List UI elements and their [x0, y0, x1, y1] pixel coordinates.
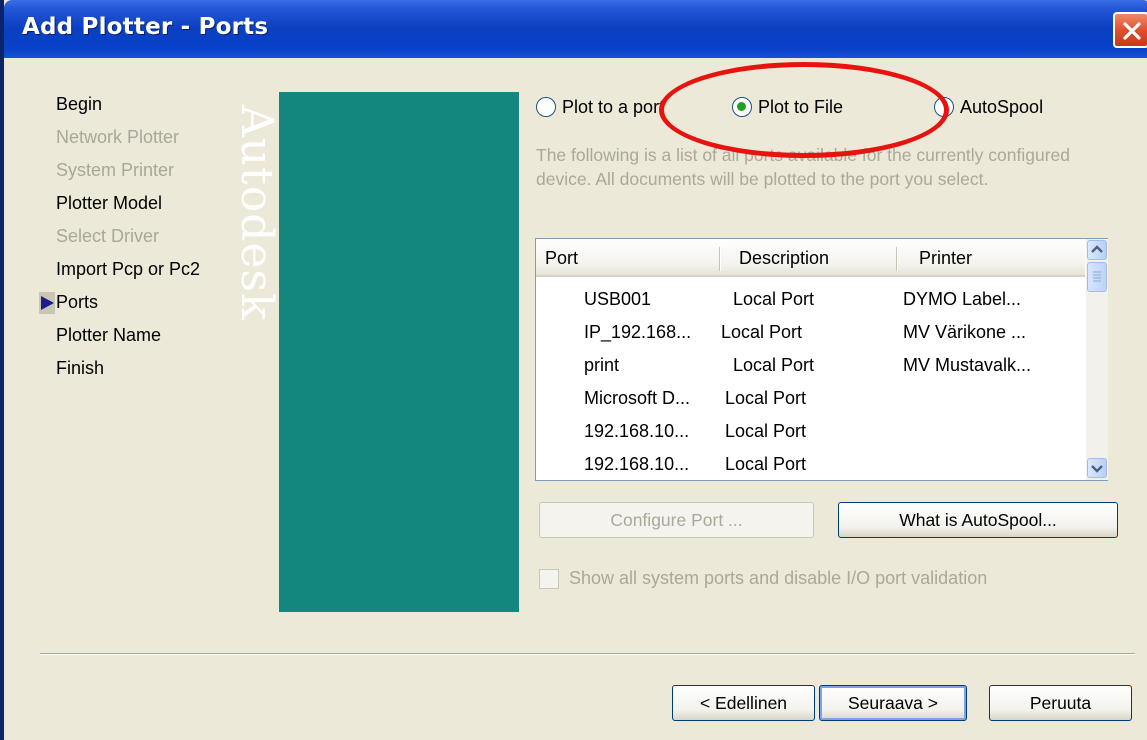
show-all-ports-label: Show all system ports and disable I/O po… — [569, 568, 988, 588]
add-plotter-dialog: Add Plotter - Ports Begin Network Plotte… — [0, 0, 1147, 740]
port-cell: 192.168.10... — [584, 454, 690, 474]
port-cell: IP_192.168... — [584, 322, 692, 342]
chevron-down-icon — [1091, 465, 1103, 473]
column-separator[interactable] — [719, 247, 721, 271]
close-button[interactable] — [1113, 12, 1147, 48]
description-cell: Local Port — [725, 454, 807, 474]
ports-description: The following is a list of all ports ava… — [536, 145, 1071, 189]
port-cell: Microsoft D... — [584, 388, 691, 408]
description-cell: Local Port — [733, 355, 815, 375]
back-button[interactable]: < Edellinen — [672, 685, 815, 721]
description-cell: Local Port — [725, 388, 807, 408]
description-cell: Local Port — [725, 421, 807, 441]
column-separator[interactable] — [896, 247, 898, 271]
step-finish: Finish — [56, 358, 105, 378]
table-row[interactable]: 192.168.10... Local Port — [536, 421, 1085, 454]
chevron-up-icon — [1091, 245, 1103, 253]
port-cell: print — [584, 355, 620, 375]
next-button[interactable]: Seuraava > — [819, 685, 967, 721]
step-plotter-name: Plotter Name — [56, 325, 162, 345]
footer-divider — [40, 653, 1135, 655]
ports-list-scrollbar[interactable] — [1086, 239, 1108, 480]
description-cell: Local Port — [721, 322, 803, 342]
radio-autospool-circle[interactable] — [934, 97, 954, 117]
column-header-port[interactable]: Port — [545, 248, 578, 269]
scroll-up-button[interactable] — [1087, 240, 1107, 260]
port-cell: 192.168.10... — [584, 421, 690, 441]
description-cell: Local Port — [733, 289, 815, 309]
printer-cell: MV Mustavalk... — [903, 355, 1032, 375]
scroll-down-button[interactable] — [1087, 458, 1107, 478]
radio-plot-to-file[interactable]: Plot to File — [732, 94, 843, 120]
table-row[interactable]: print Local Port MV Mustavalk... — [536, 355, 1085, 388]
current-step-arrow-icon — [39, 292, 55, 314]
grip-icon — [1093, 271, 1101, 282]
table-row[interactable]: 192.168.10... Local Port — [536, 454, 1085, 487]
table-row[interactable]: Microsoft D... Local Port — [536, 388, 1085, 421]
autodesk-logo: Autodesk — [231, 105, 282, 321]
what-is-autospool-button[interactable]: What is AutoSpool... — [838, 502, 1118, 538]
printer-cell: DYMO Label... — [903, 289, 1022, 309]
radio-autospool[interactable]: AutoSpool — [934, 94, 1043, 120]
table-row[interactable]: IP_192.168... Local Port MV Värikone ... — [536, 322, 1085, 355]
title-bar[interactable]: Add Plotter - Ports — [4, 0, 1147, 58]
scroll-thumb[interactable] — [1087, 262, 1107, 292]
radio-plot-to-file-circle[interactable] — [732, 97, 752, 117]
table-row[interactable]: USB001 Local Port DYMO Label... — [536, 289, 1085, 322]
window-title: Add Plotter - Ports — [22, 14, 269, 40]
ports-list-rows: USB001 Local Port DYMO Label... IP_192.1… — [536, 289, 1085, 487]
cancel-button[interactable]: Peruuta — [989, 685, 1132, 721]
ports-list[interactable]: Port Description Printer USB001 Local Po… — [535, 238, 1108, 481]
configure-port-button[interactable]: Configure Port ... — [539, 502, 814, 538]
autodesk-brand-panel — [279, 92, 519, 612]
printer-cell: MV Värikone ... — [903, 322, 1027, 342]
port-cell: USB001 — [584, 289, 652, 309]
radio-plot-to-port[interactable]: Plot to a port — [536, 94, 664, 120]
column-header-description[interactable]: Description — [739, 248, 829, 269]
show-all-ports-checkbox[interactable] — [539, 569, 559, 589]
column-header-printer[interactable]: Printer — [919, 248, 972, 269]
ports-list-header: Port Description Printer — [536, 239, 1085, 277]
radio-plot-to-port-circle[interactable] — [536, 97, 556, 117]
